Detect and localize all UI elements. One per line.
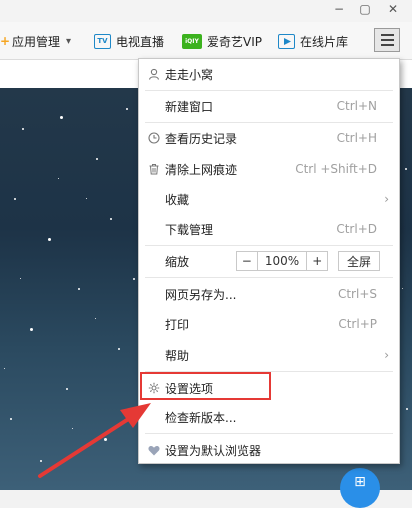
menu-item-history[interactable]: 查看历史记录 Ctrl+H bbox=[139, 123, 399, 153]
close-icon: ✕ bbox=[387, 2, 399, 16]
main-menu-button[interactable] bbox=[374, 28, 400, 52]
menu-item-label: 打印 bbox=[165, 317, 190, 332]
menu-item-shortcut: Ctrl+S bbox=[337, 287, 377, 301]
menu-item-label: 走走小窝 bbox=[165, 67, 214, 82]
tv-icon: TV bbox=[94, 33, 111, 49]
clock-icon bbox=[147, 131, 161, 145]
hamburger-icon-line bbox=[380, 44, 394, 46]
annotation-highlight-box bbox=[140, 372, 271, 400]
menu-item-label: 帮助 bbox=[165, 348, 190, 363]
hamburger-icon-line bbox=[380, 39, 394, 41]
menu-item-downloads[interactable]: 下载管理 Ctrl+D bbox=[139, 214, 399, 244]
menu-item-user[interactable]: 走走小窝 bbox=[139, 59, 399, 89]
menu-item-label: 收藏 bbox=[165, 192, 190, 207]
menu-item-shortcut: Ctrl+N bbox=[336, 99, 377, 113]
minimize-icon: − bbox=[333, 2, 345, 16]
menu-item-label: 设置为默认浏览器 bbox=[165, 443, 262, 458]
menu-divider bbox=[145, 433, 393, 434]
menu-item-label: 网页另存为... bbox=[165, 287, 237, 302]
menu-item-print[interactable]: 打印 Ctrl+P bbox=[139, 309, 399, 339]
restore-icon: ▢ bbox=[359, 2, 371, 16]
zoom-control: − 100% + bbox=[236, 251, 328, 271]
apps-icon: + bbox=[0, 34, 11, 48]
toolbar-item-label: 在线片库 bbox=[300, 34, 349, 49]
toolbar-film-library[interactable]: 在线片库 bbox=[278, 30, 348, 52]
menu-item-label: 清除上网痕迹 bbox=[165, 162, 238, 177]
user-icon bbox=[147, 67, 161, 81]
menu-item-help[interactable]: 帮助 › bbox=[139, 340, 399, 370]
chevron-down-icon[interactable]: ▾ bbox=[66, 36, 71, 47]
film-library-icon bbox=[278, 33, 295, 49]
hamburger-icon-line bbox=[380, 34, 394, 36]
menu-item-shortcut: Ctrl+H bbox=[336, 131, 377, 145]
menu-item-label: 下载管理 bbox=[165, 222, 214, 237]
toolbar-item-label: 电视直播 bbox=[116, 34, 165, 49]
floating-action-button[interactable]: ⊞ bbox=[340, 468, 380, 508]
menu-item-shortcut: Ctrl+D bbox=[336, 222, 377, 236]
menu-item-clear-traces[interactable]: 清除上网痕迹 Ctrl +Shift+D bbox=[139, 154, 399, 184]
menu-item-label: 检查新版本... bbox=[165, 410, 237, 425]
menu-item-shortcut: Ctrl +Shift+D bbox=[295, 162, 377, 176]
trash-icon bbox=[147, 162, 161, 176]
chevron-right-icon: › bbox=[384, 348, 389, 362]
iqiyi-icon: iQIY bbox=[182, 33, 202, 49]
menu-item-check-update[interactable]: 检查新版本... bbox=[139, 402, 399, 432]
minimize-button[interactable]: − bbox=[326, 0, 352, 18]
zoom-level: 100% bbox=[256, 252, 308, 270]
menu-item-new-window[interactable]: 新建窗口 Ctrl+N bbox=[139, 91, 399, 121]
title-bar: − ▢ ✕ bbox=[0, 0, 412, 22]
fullscreen-button[interactable]: 全屏 bbox=[338, 251, 380, 271]
close-button[interactable]: ✕ bbox=[380, 0, 406, 18]
menu-item-shortcut: Ctrl+P bbox=[338, 317, 377, 331]
toolbar-iqiyi-vip[interactable]: iQIY 爱奇艺VIP bbox=[182, 30, 262, 52]
menu-item-set-default[interactable]: 设置为默认浏览器 bbox=[139, 435, 399, 465]
toolbar-tv-live[interactable]: TV 电视直播 bbox=[94, 30, 164, 52]
toolbar-item-label: 爱奇艺VIP bbox=[207, 34, 262, 49]
heart-icon bbox=[147, 443, 161, 457]
menu-item-favorites[interactable]: 收藏 › bbox=[139, 184, 399, 214]
bookmark-toolbar: + 应用管理 ▾ TV 电视直播 iQIY 爱奇艺VIP 在线片库 bbox=[0, 22, 412, 60]
zoom-out-button[interactable]: − bbox=[237, 252, 257, 270]
toolbar-item-label: 应用管理 bbox=[12, 34, 61, 49]
restore-button[interactable]: ▢ bbox=[352, 0, 378, 18]
main-menu-dropdown: 走走小窝 新建窗口 Ctrl+N 查看历史记录 Ctrl+H 清除上网痕迹 Ct… bbox=[138, 58, 400, 464]
menu-item-save-as[interactable]: 网页另存为... Ctrl+S bbox=[139, 279, 399, 309]
menu-divider bbox=[145, 277, 393, 278]
toolbar-app-manager[interactable]: + 应用管理 ▾ bbox=[0, 30, 71, 52]
menu-item-label: 缩放 bbox=[165, 254, 190, 269]
grid-icon: ⊞ bbox=[354, 474, 366, 490]
chevron-right-icon: › bbox=[384, 192, 389, 206]
menu-item-label: 查看历史记录 bbox=[165, 131, 238, 146]
menu-item-zoom: 缩放 − 100% + 全屏 bbox=[139, 246, 399, 276]
zoom-in-button[interactable]: + bbox=[307, 252, 327, 270]
menu-item-label: 新建窗口 bbox=[165, 99, 214, 114]
